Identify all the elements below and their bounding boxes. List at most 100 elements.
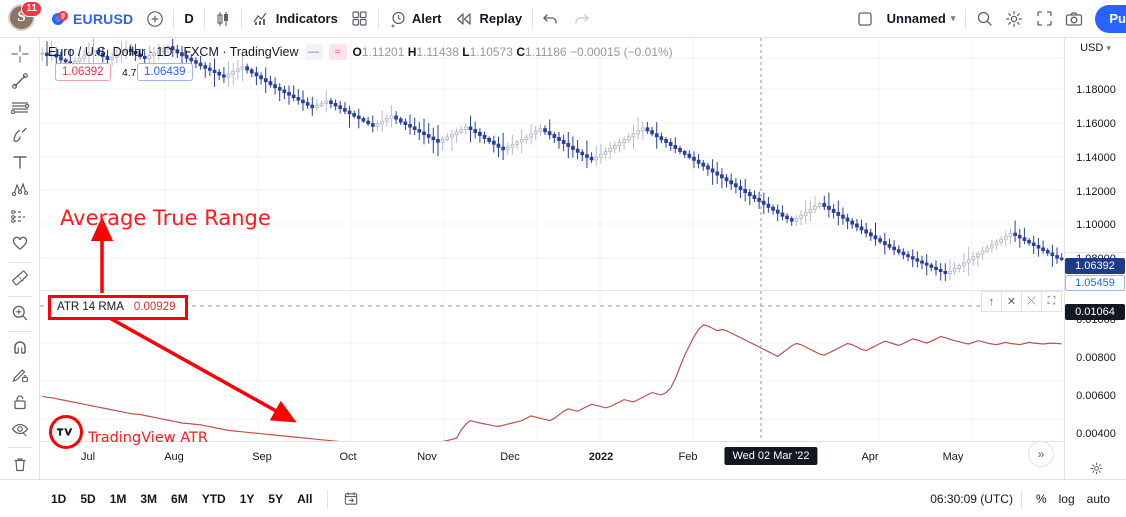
trend-line-icon[interactable]: [4, 69, 36, 93]
sidebar-divider: [7, 447, 32, 448]
chart-canvas[interactable]: Euro / U.S. Dollar · 1D · FXCM · Trading…: [40, 38, 1064, 479]
redo-button[interactable]: [566, 4, 596, 34]
range-5y[interactable]: 5Y: [261, 488, 290, 510]
magnet-icon[interactable]: [4, 336, 36, 360]
undo-button[interactable]: [536, 4, 566, 34]
patterns-icon[interactable]: [4, 177, 36, 201]
range-ytd[interactable]: YTD: [195, 488, 233, 510]
toolbar-divider: [965, 8, 967, 29]
toolbar-divider: [240, 8, 242, 29]
toolbar-divider: [532, 8, 534, 29]
add-symbol-button[interactable]: [140, 4, 170, 34]
bottom-divider: [327, 489, 329, 508]
range-5d[interactable]: 5D: [73, 488, 102, 510]
notification-badge[interactable]: 11: [21, 0, 42, 17]
collapse-icon[interactable]: ⤬: [1021, 291, 1042, 312]
close-value: 1.11186: [524, 45, 567, 59]
publish-button[interactable]: Pu: [1095, 4, 1126, 33]
pane-controls: ↑ ✕ ⤬ ⛶: [981, 291, 1062, 312]
zoom-in-icon[interactable]: [4, 301, 36, 325]
drawing-toolbar: [0, 38, 40, 479]
ohlc-values: O1.11201 H1.11438 L1.10573 C1.11186 −0.0…: [353, 45, 673, 59]
interval-label: D: [184, 11, 194, 26]
symbol-label: EURUSD: [73, 10, 134, 27]
layout-button[interactable]: [345, 4, 375, 34]
change-value: −0.00015 (−0.01%): [569, 45, 673, 59]
price-tick: 1.12000: [1076, 186, 1116, 198]
layout-name-button[interactable]: Unnamed ▾: [880, 4, 963, 34]
lock-icon[interactable]: [4, 390, 36, 414]
series-settings-icon[interactable]: ≈: [328, 44, 347, 60]
alarm-clock-icon: [389, 10, 407, 28]
replay-button[interactable]: Replay: [448, 4, 529, 34]
alert-button[interactable]: Alert: [382, 4, 449, 34]
range-3m[interactable]: 3M: [133, 488, 164, 510]
heart-icon[interactable]: [4, 231, 36, 255]
price-tag-red[interactable]: 1.06392: [55, 63, 111, 81]
symbol-button[interactable]: EURUSD: [44, 4, 140, 34]
indicators-icon: [252, 10, 271, 27]
range-6m[interactable]: 6M: [164, 488, 195, 510]
time-axis[interactable]: Jul Aug Sep Oct Nov Dec 2022 Feb Wed 02 …: [40, 441, 1064, 479]
time-tick: Feb: [678, 451, 698, 463]
axis-pane-separator: [1065, 252, 1126, 253]
atr-legend[interactable]: ATR 14 RMA 0.00929: [48, 295, 189, 320]
maximize-icon[interactable]: ⛶: [1041, 291, 1062, 312]
close-key: C: [516, 45, 525, 59]
range-1m[interactable]: 1M: [103, 488, 134, 510]
chart-type-button[interactable]: [208, 4, 238, 34]
time-tick: Nov: [417, 451, 437, 463]
brush-icon[interactable]: [4, 123, 36, 147]
time-tick: Dec: [500, 451, 520, 463]
indicators-button[interactable]: Indicators: [245, 4, 345, 34]
fullscreen-button[interactable]: [1029, 4, 1059, 34]
search-button[interactable]: [969, 4, 999, 34]
price-tick: 1.18000: [1076, 84, 1116, 96]
low-key: L: [462, 45, 470, 59]
ruler-icon[interactable]: [4, 266, 36, 290]
snapshot-button[interactable]: [1059, 4, 1089, 34]
open-key: O: [352, 45, 362, 59]
prev-close-badge[interactable]: 1.05459: [1065, 275, 1125, 291]
range-1d[interactable]: 1D: [44, 488, 73, 510]
drawing-mode-icon[interactable]: [4, 363, 36, 387]
user-avatar[interactable]: S 11: [8, 0, 42, 34]
close-icon[interactable]: ✕: [1001, 291, 1022, 312]
hide-icon[interactable]: [4, 417, 36, 441]
percent-scale-button[interactable]: %: [1030, 488, 1053, 510]
currency-selector[interactable]: USD ▾: [1065, 38, 1126, 58]
chevron-down-icon: ▾: [950, 13, 956, 23]
cross-cursor-icon[interactable]: [4, 42, 36, 66]
eurusd-flag-icon: [51, 10, 68, 27]
low-value: 1.10573: [469, 45, 513, 59]
layout-save-icon[interactable]: [850, 4, 880, 34]
text-icon[interactable]: [4, 150, 36, 174]
move-up-icon[interactable]: ↑: [981, 291, 1002, 312]
price-tick: 1.14000: [1076, 152, 1116, 164]
last-price-badge[interactable]: 1.06392: [1065, 258, 1125, 274]
toolbar-divider: [173, 8, 175, 29]
bottom-right-group: 06:30:09 (UTC) % log auto: [930, 488, 1126, 510]
price-pane[interactable]: Euro / U.S. Dollar · 1D · FXCM · Trading…: [40, 38, 1064, 290]
auto-scale-button[interactable]: auto: [1081, 488, 1116, 510]
interval-button[interactable]: D: [177, 4, 200, 34]
publish-label: Pu: [1109, 11, 1126, 26]
bottom-divider: [1020, 489, 1022, 508]
range-all[interactable]: All: [290, 488, 319, 510]
atr-legend-name: ATR 14 RMA: [57, 301, 124, 313]
range-1y[interactable]: 1Y: [233, 488, 262, 510]
price-axis[interactable]: USD ▾ 1.18000 1.16000 1.14000 1.12000 1.…: [1064, 38, 1126, 479]
settings-button[interactable]: [999, 4, 1029, 34]
scroll-to-end-button[interactable]: »: [1028, 441, 1054, 467]
forecast-icon[interactable]: [4, 204, 36, 228]
layout-name-label: Unnamed: [886, 11, 946, 26]
hide-series-icon[interactable]: —: [304, 44, 323, 60]
atr-tick: 0.00800: [1076, 352, 1116, 364]
price-tag-blue[interactable]: 1.06439: [137, 63, 193, 81]
fib-retracement-icon[interactable]: [4, 96, 36, 120]
go-to-date-button[interactable]: [336, 484, 366, 514]
trash-icon[interactable]: [4, 452, 36, 476]
crosshair-date-badge: Wed 02 Mar '22: [724, 447, 818, 465]
log-scale-button[interactable]: log: [1053, 488, 1081, 510]
price-axis-settings-button[interactable]: [1065, 462, 1126, 475]
